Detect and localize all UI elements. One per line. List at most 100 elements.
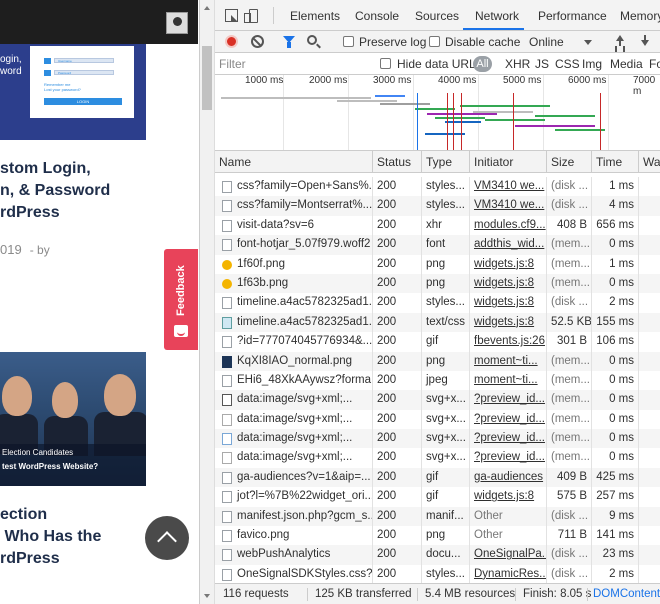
inspect-element-icon[interactable]	[225, 9, 238, 22]
request-row[interactable]: EHi6_48XkAAywsz?forma... 200 jpeg moment~ti…	[215, 370, 660, 391]
request-initiator[interactable]: Other	[469, 526, 546, 546]
column-size[interactable]: Size	[546, 151, 591, 173]
filter-icon[interactable]	[283, 36, 295, 48]
request-initiator[interactable]: ?preview_id...	[469, 409, 546, 430]
request-row[interactable]: webPushAnalytics 200 docu... OneSignalPa...…	[215, 545, 660, 565]
request-size: 301 B	[546, 332, 591, 352]
column-time[interactable]: Time	[591, 151, 638, 173]
request-row[interactable]: data:image/svg+xml;... 200 svg+x... ?previe…	[215, 409, 660, 430]
request-row[interactable]: OneSignalSDKStyles.css?... 200 styles... Dy…	[215, 564, 660, 585]
request-name: EHi6_48XkAAywsz?forma...	[237, 373, 372, 386]
feedback-label: Feedback	[175, 265, 187, 317]
filter-all-button[interactable]: All	[473, 56, 492, 72]
tab-performance[interactable]: Performance	[538, 9, 607, 23]
image-icon	[222, 316, 232, 329]
scroll-down-arrow-icon[interactable]	[204, 594, 210, 598]
request-initiator[interactable]: widgets.js:8	[469, 254, 546, 274]
tab-console[interactable]: Console	[355, 9, 399, 23]
request-initiator[interactable]: widgets.js:8	[469, 487, 546, 507]
request-initiator[interactable]: moment~ti...	[469, 351, 546, 371]
request-row[interactable]: jot?l=%7B%22widget_ori... 200 gif widgets.j…	[215, 487, 660, 507]
filter-xhr[interactable]: XHR	[505, 57, 530, 71]
request-row[interactable]: css?family=Open+Sans%... 200 styles... VM34…	[215, 177, 660, 197]
emoji-icon	[222, 278, 232, 289]
request-initiator[interactable]: VM3410 we...	[469, 177, 546, 197]
page-scrollbar[interactable]	[200, 0, 215, 604]
tab-memory[interactable]: Memory	[620, 9, 660, 23]
request-initiator[interactable]: Other	[469, 506, 546, 527]
search-icon[interactable]	[307, 35, 317, 45]
request-initiator[interactable]: modules.cf9...	[469, 215, 546, 236]
request-status: 200	[372, 273, 421, 294]
request-row[interactable]: font-hotjar_5.07f979.woff2 200 font addthis…	[215, 235, 660, 255]
device-toolbar-icon[interactable]	[244, 9, 258, 23]
scroll-to-top-button[interactable]	[145, 516, 189, 560]
request-initiator[interactable]: addthis_wid...	[469, 235, 546, 255]
request-row[interactable]: ?id=777074045776934&... 200 gif fbevents.js…	[215, 332, 660, 352]
request-initiator[interactable]: OneSignalPa...	[469, 545, 546, 565]
tab-network[interactable]: Network	[475, 9, 519, 23]
request-table-header: Name Status Type Initiator Size Time Wa	[215, 151, 660, 173]
login-button-preview: LOGIN	[44, 98, 122, 105]
column-waterfall[interactable]: Wa	[638, 151, 660, 173]
request-initiator[interactable]: fbevents.js:26	[469, 332, 546, 352]
login-card: Username Password Remember me Lost your …	[30, 46, 134, 118]
filter-media[interactable]: Media	[610, 57, 643, 71]
export-har-icon[interactable]	[639, 35, 651, 48]
chevron-down-icon[interactable]	[584, 40, 592, 45]
filter-input[interactable]	[219, 55, 367, 73]
election-candidates-image[interactable]: Election Candidates test WordPress Websi…	[0, 352, 146, 486]
request-initiator[interactable]: widgets.js:8	[469, 312, 546, 333]
request-row[interactable]: data:image/svg+xml;... 200 svg+x... ?previe…	[215, 390, 660, 410]
smiley-icon	[174, 325, 188, 337]
scroll-up-arrow-icon[interactable]	[204, 6, 210, 10]
login-form-preview-image[interactable]: ogin, word Username Password Remember me…	[0, 44, 146, 140]
filter-css[interactable]: CSS	[555, 57, 580, 71]
request-row[interactable]: timeline.a4ac5782325ad1... 200 text/css wid…	[215, 312, 660, 333]
request-name: ga-audiences?v=1&aip=...	[237, 470, 371, 483]
column-type[interactable]: Type	[421, 151, 469, 173]
request-row[interactable]: 1f60f.png 200 png widgets.js:8 (mem... 1 ms	[215, 254, 660, 274]
network-overview-timeline[interactable]: 1000 ms 2000 ms 3000 ms 4000 ms 5000 ms …	[215, 75, 660, 151]
article-title-1[interactable]: stom Login, n, & Password rdPress	[0, 158, 214, 224]
column-name[interactable]: Name	[215, 151, 372, 173]
request-row[interactable]: manifest.json.php?gcm_s... 200 manif... Oth…	[215, 506, 660, 527]
request-row[interactable]: KqXI8IAO_normal.png 200 png moment~ti... (me…	[215, 351, 660, 371]
tab-sources[interactable]: Sources	[415, 9, 459, 23]
username-field-preview: Username	[54, 58, 114, 63]
request-initiator[interactable]: moment~ti...	[469, 370, 546, 391]
preserve-log-checkbox[interactable]	[343, 36, 354, 47]
scrollbar-thumb[interactable]	[202, 46, 212, 110]
request-initiator[interactable]: ga-audiences	[469, 467, 546, 488]
request-initiator[interactable]: ?preview_id...	[469, 448, 546, 468]
request-initiator[interactable]: VM3410 we...	[469, 196, 546, 216]
request-row[interactable]: data:image/svg+xml;... 200 svg+x... ?previe…	[215, 429, 660, 449]
record-icon[interactable]	[225, 35, 238, 48]
import-har-icon[interactable]	[614, 35, 626, 48]
request-row[interactable]: ga-audiences?v=1&aip=... 200 gif ga-audienc…	[215, 467, 660, 488]
request-initiator[interactable]: widgets.js:8	[469, 293, 546, 313]
request-initiator[interactable]: ?preview_id...	[469, 390, 546, 410]
filter-img[interactable]: Img	[582, 57, 602, 71]
clear-icon[interactable]	[251, 35, 264, 48]
disable-cache-checkbox[interactable]	[429, 36, 440, 47]
request-initiator[interactable]: widgets.js:8	[469, 273, 546, 294]
request-row[interactable]: data:image/svg+xml;... 200 svg+x... ?previe…	[215, 448, 660, 468]
request-row[interactable]: css?family=Montserrat%... 200 styles... VM3…	[215, 196, 660, 216]
request-row[interactable]: visit-data?sv=6 200 xhr modules.cf9... 408 B…	[215, 215, 660, 236]
request-row[interactable]: timeline.a4ac5782325ad1... 200 styles... wi…	[215, 293, 660, 313]
feedback-tab[interactable]: Feedback	[164, 249, 198, 350]
request-row[interactable]: favico.png 200 png Other 711 B 141 ms	[215, 526, 660, 546]
hide-data-urls-checkbox[interactable]	[380, 58, 391, 69]
filter-font[interactable]: Fo	[649, 57, 660, 71]
filter-js[interactable]: JS	[535, 57, 549, 71]
avatar[interactable]	[166, 12, 188, 34]
column-initiator[interactable]: Initiator	[469, 151, 546, 173]
throttling-select[interactable]: Online	[529, 35, 564, 49]
request-initiator[interactable]: ?preview_id...	[469, 429, 546, 449]
request-initiator[interactable]: DynamicRes...	[469, 564, 546, 585]
tab-elements[interactable]: Elements	[290, 9, 340, 23]
request-type: styles...	[421, 177, 469, 197]
column-status[interactable]: Status	[372, 151, 421, 173]
request-row[interactable]: 1f63b.png 200 png widgets.js:8 (mem... 0 ms	[215, 273, 660, 294]
